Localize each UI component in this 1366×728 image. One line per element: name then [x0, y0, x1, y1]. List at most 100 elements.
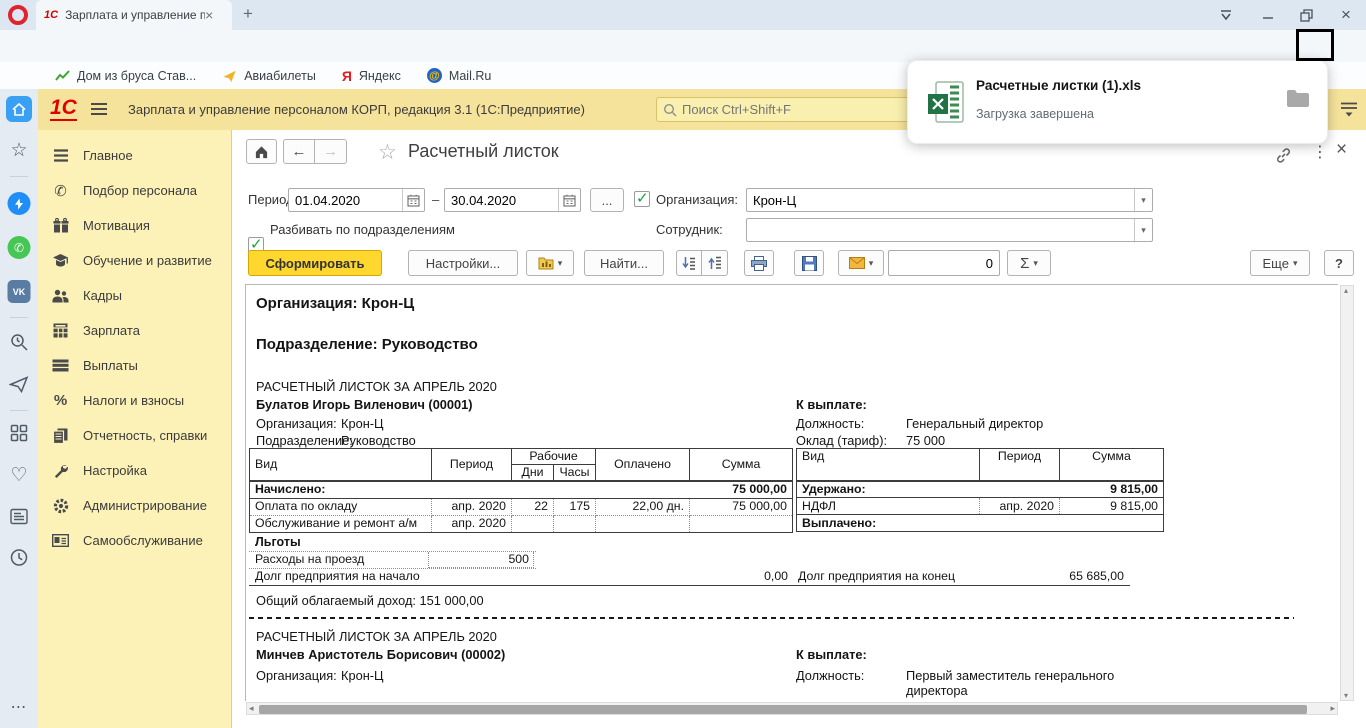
sidebar-more-icon[interactable]: ⋯ — [11, 697, 28, 717]
org-label: Организация: — [256, 416, 337, 431]
horizontal-scrollbar[interactable]: ◂ ▸ — [246, 702, 1338, 715]
yandex-bookmark-icon: Я — [342, 68, 352, 84]
bookmark-item[interactable]: Дом из бруса Став... — [55, 69, 196, 83]
sidebar-item-vyplaty[interactable]: Выплаты — [38, 348, 231, 383]
minimize-button[interactable] — [1254, 0, 1282, 30]
scale-field[interactable] — [888, 250, 1000, 276]
tab-search-icon[interactable] — [1212, 0, 1240, 30]
vertical-scrollbar[interactable]: ▴ ▾ — [1340, 285, 1354, 701]
sidebar-item-nastroika[interactable]: Настройка — [38, 453, 231, 488]
period-to-field[interactable] — [444, 188, 581, 212]
sidebar-item-kadry[interactable]: Кадры — [38, 278, 231, 313]
calendar-icon[interactable] — [402, 189, 424, 211]
report-department-header: Подразделение: Руководство — [256, 336, 478, 353]
period-from-field[interactable] — [288, 188, 425, 212]
browser-tab[interactable]: 1С Зарплата и управление пе × — [36, 0, 232, 30]
split-by-departments-label[interactable]: Разбивать по подразделениям — [270, 222, 455, 237]
save-button[interactable] — [794, 250, 824, 276]
horizontal-scrollbar-thumb[interactable] — [259, 705, 1307, 714]
bookmark-item[interactable]: Я Яндекс — [342, 68, 401, 84]
sidebar-item-administrirovanie[interactable]: Администрирование — [38, 488, 231, 523]
sidebar-item-otchetnost[interactable]: Отчетность, справки — [38, 418, 231, 453]
favorite-star-icon[interactable]: ☆ — [378, 140, 397, 165]
speed-dial-home-icon[interactable] — [6, 96, 32, 122]
employee-combo[interactable]: ▾ — [746, 218, 1153, 242]
home-button[interactable] — [246, 139, 277, 164]
send-email-button[interactable]: ▾ — [838, 250, 884, 276]
sidebar-item-zarplata[interactable]: Зарплата — [38, 313, 231, 348]
help-button[interactable]: ? — [1324, 250, 1354, 276]
payslip-employee: Булатов Игорь Виленович (00001) — [256, 397, 473, 412]
close-page-icon[interactable]: × — [1336, 139, 1347, 161]
collapse-rows-button[interactable] — [702, 250, 728, 276]
organization-combo[interactable]: ▾ — [746, 188, 1153, 212]
history-clock-icon[interactable] — [10, 548, 29, 567]
sidebar-item-glavnoe[interactable]: Главное — [38, 138, 231, 173]
more-button[interactable]: Еще▾ — [1250, 250, 1310, 276]
report-variant-icon — [538, 256, 554, 270]
favorites-heart-icon[interactable]: ♡ — [10, 464, 27, 487]
to-pay-label: К выплате: — [796, 397, 867, 412]
close-window-button[interactable]: × — [1332, 0, 1360, 30]
table-row: Обслуживание и ремонт а/м апр. 2020 — [250, 515, 793, 532]
period-options-button[interactable]: ... — [590, 188, 624, 212]
envelope-icon — [849, 257, 865, 269]
find-button[interactable]: Найти... — [584, 250, 664, 276]
chevron-down-icon[interactable]: ▾ — [1134, 189, 1152, 211]
salary-label: Оклад (тариф): — [796, 433, 887, 448]
print-button[interactable] — [744, 250, 774, 276]
search-history-icon[interactable] — [9, 332, 29, 352]
tab-close-icon[interactable]: × — [205, 7, 213, 23]
accruals-table: Вид Период Рабочие Оплачено Сумма Дни Ча… — [249, 448, 793, 533]
whatsapp-icon[interactable]: ✆ — [8, 236, 31, 259]
sidebar-divider — [10, 176, 28, 177]
benefits-value: 500 — [428, 552, 534, 568]
bookmark-item[interactable]: Авиабилеты — [222, 69, 316, 83]
organization-checkbox[interactable] — [634, 191, 650, 207]
forward-button[interactable]: → — [315, 139, 347, 164]
messenger-icon[interactable] — [8, 192, 31, 215]
open-folder-icon[interactable] — [1286, 89, 1310, 108]
opera-sidebar: ☆ ✆ VK ♡ ⋯ — [0, 89, 38, 728]
download-filename[interactable]: Расчетные листки (1).xls — [976, 78, 1141, 93]
bookmarks-star-icon[interactable]: ☆ — [10, 139, 27, 162]
calendar-icon[interactable] — [558, 189, 580, 211]
sidebar-item-samoobsluzhivanie[interactable]: Самообслуживание — [38, 523, 231, 558]
more-actions-icon[interactable]: ⋮ — [1312, 142, 1328, 162]
sidebar-item-nalogi[interactable]: % Налоги и взносы — [38, 383, 231, 418]
opera-logo-icon[interactable] — [8, 5, 28, 25]
sum-button[interactable]: Σ▾ — [1007, 250, 1051, 276]
organization-input[interactable] — [747, 189, 1134, 211]
generate-button[interactable]: Сформировать — [248, 250, 382, 276]
download-popup: Расчетные листки (1).xls Загрузка заверш… — [907, 60, 1328, 144]
period-from-input[interactable] — [289, 189, 402, 211]
employee-input[interactable] — [747, 219, 1134, 241]
department-value: Руководство — [341, 433, 416, 448]
sidebar-item-podbor-personala[interactable]: ✆ Подбор персонала — [38, 173, 231, 208]
sidebar-item-obuchenie[interactable]: Обучение и развитие — [38, 243, 231, 278]
settings-button[interactable]: Настройки... — [408, 250, 518, 276]
send-to-device-icon[interactable] — [9, 376, 29, 393]
tab-grid-icon[interactable] — [10, 424, 28, 442]
back-button[interactable]: ← — [283, 139, 315, 164]
new-tab-button[interactable]: + — [243, 4, 253, 24]
org-value: Крон-Ц — [341, 668, 383, 683]
get-link-icon[interactable] — [1275, 147, 1292, 164]
report-variants-button[interactable]: ▾ — [526, 250, 574, 276]
personal-news-icon[interactable] — [10, 508, 29, 525]
expand-rows-button[interactable] — [676, 250, 702, 276]
chevron-down-icon[interactable]: ▾ — [1134, 219, 1152, 241]
period-to-input[interactable] — [445, 189, 558, 211]
download-button-highlight — [1296, 29, 1334, 61]
scale-input[interactable] — [889, 251, 999, 275]
sidebar-item-motivatsiya[interactable]: Мотивация — [38, 208, 231, 243]
vk-icon[interactable]: VK — [8, 280, 31, 303]
id-card-icon — [52, 532, 69, 549]
bookmark-item[interactable]: @ Mail.Ru — [427, 68, 491, 83]
service-panel-icon[interactable] — [1340, 101, 1358, 118]
floppy-icon — [802, 256, 817, 271]
organization-label: Организация: — [656, 192, 738, 207]
main-menu-icon[interactable] — [90, 102, 108, 116]
restore-button[interactable] — [1292, 0, 1320, 30]
benefits-title: Льготы — [249, 535, 536, 552]
